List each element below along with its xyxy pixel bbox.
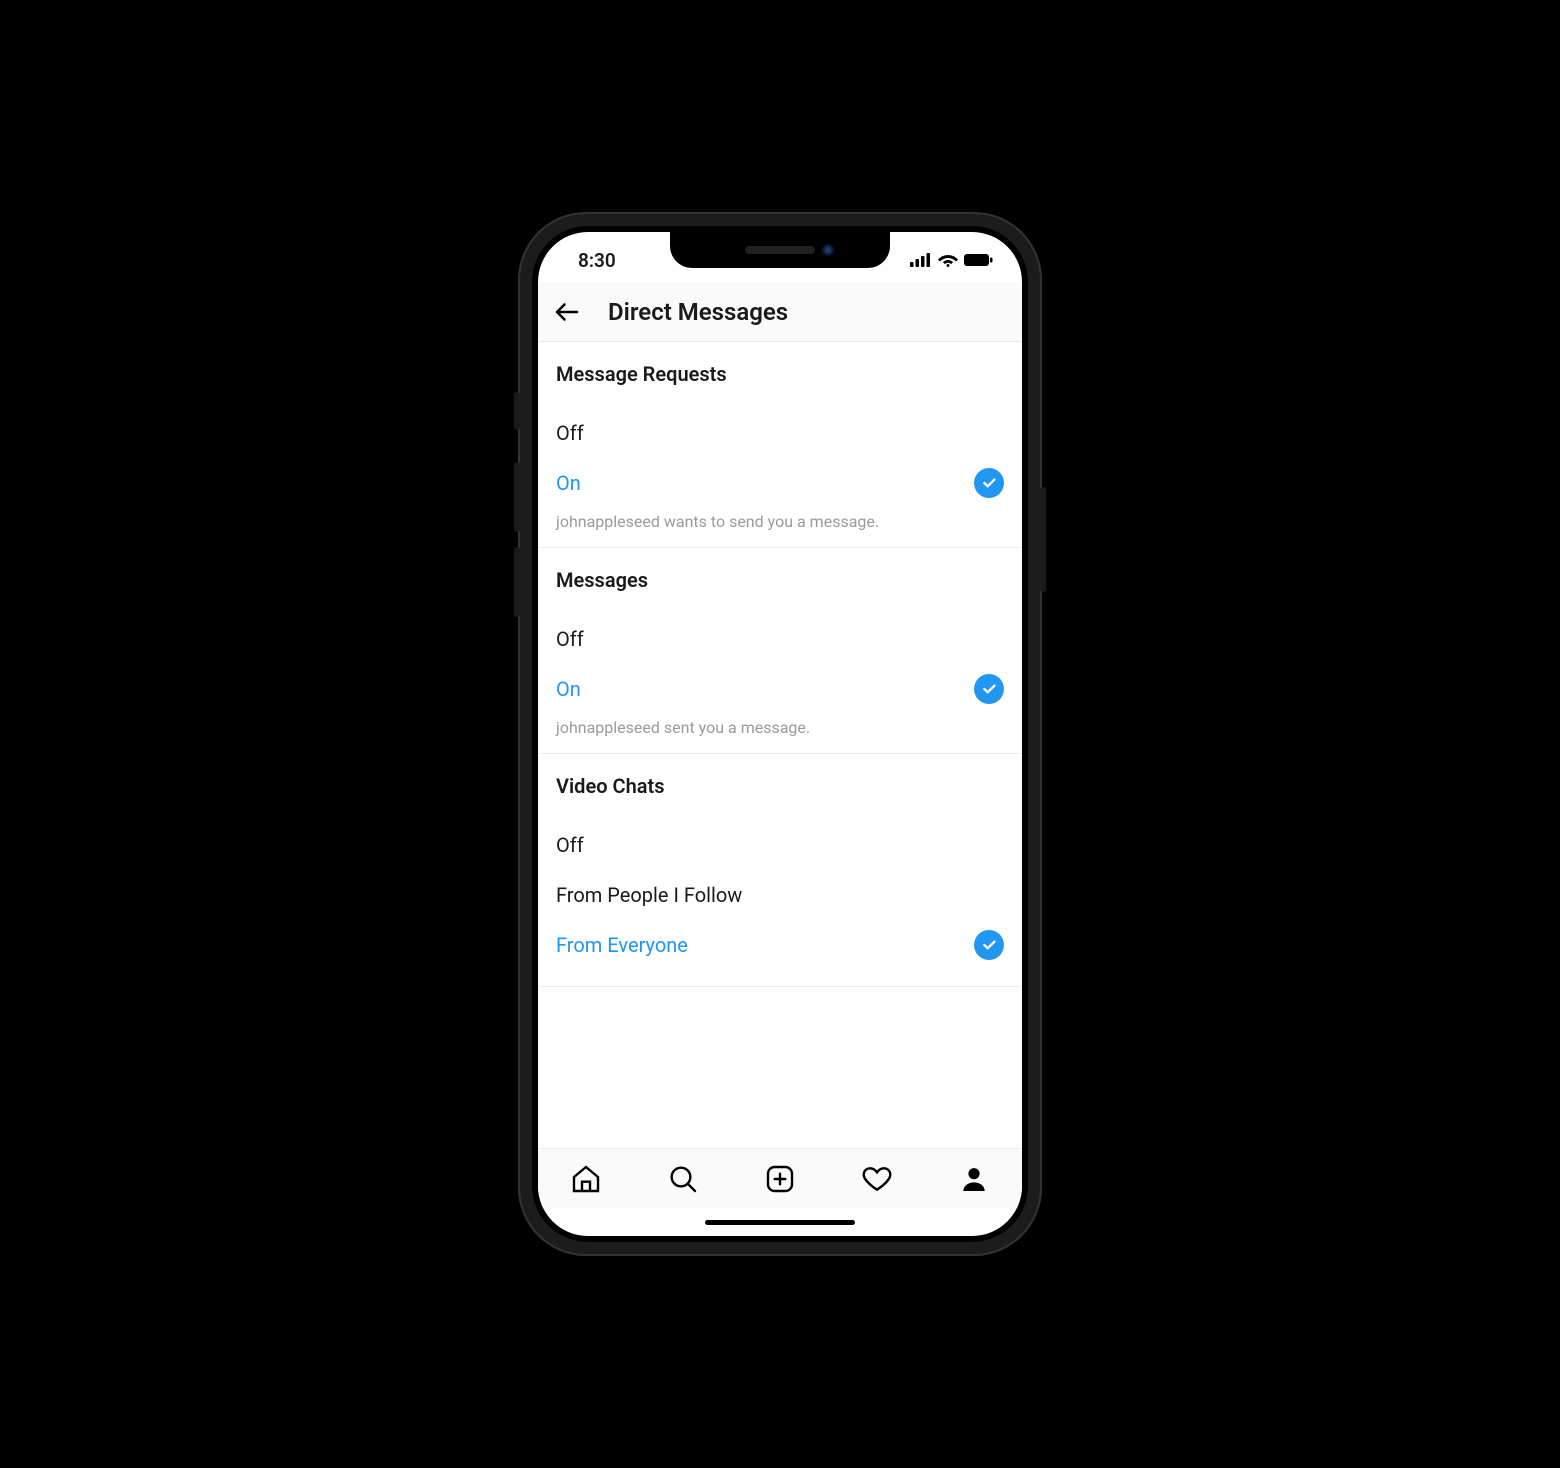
home-indicator	[538, 1208, 1022, 1236]
section-message-requests: Message Requests Off On johnappleseed wa…	[538, 342, 1022, 548]
option-videochats-from-everyone[interactable]: From Everyone	[556, 920, 1004, 970]
checkmark-icon	[974, 930, 1004, 960]
option-label: Off	[556, 627, 584, 651]
option-label: Off	[556, 833, 584, 857]
settings-content: Message Requests Off On johnappleseed wa…	[538, 342, 1022, 1148]
checkmark-icon	[974, 468, 1004, 498]
option-messages-off[interactable]: Off	[556, 614, 1004, 664]
home-icon	[570, 1163, 602, 1195]
wifi-icon	[938, 253, 958, 267]
section-description: johnappleseed wants to send you a messag…	[556, 512, 1004, 531]
section-messages: Messages Off On johnappleseed sent you a…	[538, 548, 1022, 754]
nav-create[interactable]	[762, 1161, 798, 1197]
option-messages-on[interactable]: On	[556, 664, 1004, 714]
nav-search[interactable]	[665, 1161, 701, 1197]
cellular-icon	[910, 253, 932, 267]
option-videochats-from-follow[interactable]: From People I Follow	[556, 870, 1004, 920]
option-label: On	[556, 471, 581, 495]
option-label: From People I Follow	[556, 883, 742, 907]
section-title: Message Requests	[556, 362, 1004, 386]
heart-icon	[861, 1163, 893, 1195]
option-message-requests-off[interactable]: Off	[556, 408, 1004, 458]
arrow-left-icon	[552, 297, 582, 327]
section-description: johnappleseed sent you a message.	[556, 718, 1004, 737]
nav-profile[interactable]	[956, 1161, 992, 1197]
status-time: 8:30	[578, 249, 616, 272]
section-video-chats: Video Chats Off From People I Follow Fro…	[538, 754, 1022, 987]
nav-activity[interactable]	[859, 1161, 895, 1197]
header: Direct Messages	[538, 282, 1022, 342]
page-title: Direct Messages	[608, 298, 788, 326]
option-label: On	[556, 677, 581, 701]
back-button[interactable]	[548, 293, 586, 331]
option-videochats-off[interactable]: Off	[556, 820, 1004, 870]
profile-icon	[958, 1163, 990, 1195]
nav-home[interactable]	[568, 1161, 604, 1197]
section-title: Video Chats	[556, 774, 1004, 798]
phone-notch	[670, 232, 890, 268]
option-message-requests-on[interactable]: On	[556, 458, 1004, 508]
battery-icon	[964, 253, 994, 267]
search-icon	[667, 1163, 699, 1195]
bottom-nav	[538, 1148, 1022, 1208]
plus-square-icon	[764, 1163, 796, 1195]
option-label: From Everyone	[556, 933, 688, 957]
option-label: Off	[556, 421, 584, 445]
checkmark-icon	[974, 674, 1004, 704]
section-title: Messages	[556, 568, 1004, 592]
